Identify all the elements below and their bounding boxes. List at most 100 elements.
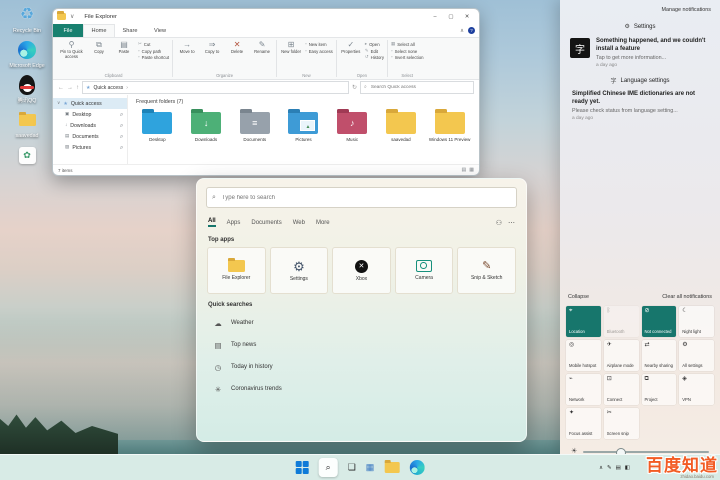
sidebar-item-desktop[interactable]: ▣ Desktop ⚲: [53, 109, 127, 120]
sidebar-item-quick-access[interactable]: ∨ ★ Quick access: [53, 98, 127, 109]
cut-button[interactable]: ✂Cut: [138, 42, 169, 47]
copy-path-button[interactable]: ▫Copy path: [138, 49, 169, 54]
notification-ime-dictionaries[interactable]: Simplified Chinese IME dictionaries are …: [572, 91, 708, 121]
quick-search-top-news[interactable]: ▤ Top news: [197, 334, 526, 356]
top-app-snip-sketch[interactable]: ✎ Snip & Sketch: [457, 247, 516, 294]
quick-search-weather[interactable]: ☁ Weather: [197, 312, 526, 334]
folder-tile-desktop[interactable]: Desktop: [134, 109, 181, 142]
tab-share[interactable]: Share: [115, 24, 145, 37]
quick-action-location[interactable]: ⌖ Location: [566, 306, 601, 337]
close-button[interactable]: ✕: [459, 10, 475, 23]
tab-home[interactable]: Home: [83, 24, 115, 37]
start-button[interactable]: [296, 461, 309, 474]
widgets-button[interactable]: ▦: [366, 463, 375, 472]
folder-tile-documents[interactable]: ≡ Documents: [231, 109, 278, 142]
rename-button[interactable]: ✎ Rename: [251, 40, 273, 55]
desktop-icon-qq[interactable]: 腾讯QQ: [5, 74, 49, 104]
quick-action-vpn[interactable]: ◈ VPN: [679, 374, 714, 405]
pin-to-quick-access-button[interactable]: ⚲ Pin to Quick access: [58, 40, 85, 60]
minimize-button[interactable]: –: [427, 10, 443, 23]
tab-documents[interactable]: Documents: [251, 220, 281, 226]
collapse-link[interactable]: Collapse: [568, 294, 589, 300]
history-button[interactable]: ↺History: [365, 55, 384, 60]
taskbar-file-explorer-button[interactable]: [384, 462, 399, 473]
tray-chevron-up-icon[interactable]: ∧: [599, 465, 603, 471]
top-app-camera[interactable]: Camera: [395, 247, 454, 294]
desktop-icon-recycle-bin[interactable]: ♻ Recycle Bin: [5, 4, 49, 34]
taskbar-edge-button[interactable]: [409, 460, 424, 475]
explorer-search-input[interactable]: [369, 84, 470, 91]
back-button[interactable]: ←: [58, 85, 64, 91]
quick-action-airplane-mode[interactable]: ✈ Airplane mode: [604, 340, 639, 371]
clear-all-notifications-link[interactable]: Clear all notifications: [662, 294, 712, 300]
folder-tile-downloads[interactable]: ↓ Downloads: [183, 109, 230, 142]
quick-action-mobile-hotspot[interactable]: ◎ Mobile hotspot: [566, 340, 601, 371]
new-item-button[interactable]: ▫New item: [305, 42, 333, 47]
quick-action-nearby-sharing[interactable]: ⇄ Nearby sharing: [642, 340, 677, 371]
explorer-search-box[interactable]: ⌕: [360, 81, 474, 94]
breadcrumb[interactable]: ★ Quick access ›: [82, 81, 349, 94]
quick-action-bluetooth[interactable]: ᛒ Bluetooth: [604, 306, 639, 337]
quick-search-today-in-history[interactable]: ◷ Today in history: [197, 356, 526, 378]
quick-action-screen-snip[interactable]: ✂ Screen snip: [604, 408, 639, 439]
move-to-button[interactable]: → Move to: [176, 40, 198, 55]
settings-group-header[interactable]: ⚙ Settings: [560, 23, 720, 30]
more-options-icon[interactable]: ⋯: [508, 219, 515, 227]
properties-button[interactable]: ✓ Properties: [340, 40, 362, 55]
quick-action-focus-assist[interactable]: ✦ Focus assist: [566, 408, 601, 439]
notification-install-feature[interactable]: 字 Something happened, and we couldn't in…: [570, 38, 710, 68]
title-bar[interactable]: ∨ File Explorer – ▢ ✕: [53, 9, 479, 24]
quick-action-project[interactable]: ⧉ Project: [642, 374, 677, 405]
quick-search-coronavirus-trends[interactable]: ✳ Coronavirus trends: [197, 378, 526, 400]
easy-access-button[interactable]: ▫Easy access: [305, 49, 333, 54]
manage-notifications-link[interactable]: Manage notifications: [560, 0, 720, 15]
up-button[interactable]: ↑: [76, 85, 79, 91]
tray-network-icon[interactable]: ▤: [616, 465, 621, 471]
search-box[interactable]: ⌕: [206, 187, 517, 208]
select-all-button[interactable]: ▦Select all: [391, 42, 424, 47]
top-app-file-explorer[interactable]: File Explorer: [207, 247, 266, 294]
sidebar-item-downloads[interactable]: ↓ Downloads ⚲: [53, 120, 127, 131]
tab-apps[interactable]: Apps: [227, 220, 241, 226]
quick-action-not-connected[interactable]: ⊘ Not connected: [642, 306, 677, 337]
edit-button[interactable]: ✎Edit: [365, 49, 384, 54]
expander-icon[interactable]: ∨: [57, 101, 60, 106]
language-settings-group-header[interactable]: 字 Language settings: [560, 76, 720, 85]
forward-button[interactable]: →: [67, 85, 73, 91]
copy-to-button[interactable]: ⇒ Copy to: [201, 40, 223, 55]
sidebar-item-documents[interactable]: ▤ Documents ⚲: [53, 131, 127, 142]
maximize-button[interactable]: ▢: [443, 10, 459, 23]
folder-tile-windows-11-preview[interactable]: Windows 11 Preview: [426, 109, 473, 142]
delete-button[interactable]: ✕ Delete: [226, 40, 248, 55]
folder-tile-music[interactable]: ♪ Music: [329, 109, 376, 142]
tab-more[interactable]: More: [316, 220, 330, 226]
section-header[interactable]: Frequent folders (7): [136, 99, 473, 105]
quick-access-toolbar-icon[interactable]: ∨: [70, 14, 74, 20]
tab-all[interactable]: All: [208, 218, 216, 227]
tray-battery-icon[interactable]: ◧: [625, 465, 630, 471]
desktop-icon-app[interactable]: ✿: [5, 144, 49, 168]
task-view-button[interactable]: ❏: [348, 463, 356, 472]
tray-pen-icon[interactable]: ✎: [607, 465, 612, 471]
invert-selection-button[interactable]: ▫Invert selection: [391, 55, 424, 60]
quick-action-network[interactable]: ⌁ Network: [566, 374, 601, 405]
open-button[interactable]: ▸Open: [365, 42, 384, 47]
sidebar-item-pictures[interactable]: ▨ Pictures ⚲: [53, 142, 127, 153]
top-app-xbox[interactable]: ✕ Xbox: [332, 247, 391, 294]
refresh-button[interactable]: ↻: [352, 85, 357, 91]
desktop-icon-edge[interactable]: Microsoft Edge: [5, 39, 49, 69]
taskbar-search-button[interactable]: ⌕: [319, 458, 338, 477]
search-input[interactable]: [220, 194, 511, 202]
view-thumbnails-icon[interactable]: ▦: [469, 167, 474, 173]
quick-action-all-settings[interactable]: ⚙ All settings: [679, 340, 714, 371]
new-folder-button[interactable]: ⊞ New folder: [280, 40, 302, 55]
quick-action-night-light[interactable]: ☾ Night light: [679, 306, 714, 337]
tab-view[interactable]: View: [145, 24, 175, 37]
folder-tile-saavedad[interactable]: saavedad: [378, 109, 425, 142]
quick-action-connect[interactable]: ⊡ Connect: [604, 374, 639, 405]
desktop-icon-folder[interactable]: saavedad: [5, 109, 49, 139]
paste-button[interactable]: ▤ Paste: [113, 40, 135, 55]
account-icon[interactable]: ⚇: [496, 219, 502, 227]
collapse-ribbon-icon[interactable]: ∧: [460, 28, 464, 34]
help-icon[interactable]: ?: [468, 27, 475, 34]
